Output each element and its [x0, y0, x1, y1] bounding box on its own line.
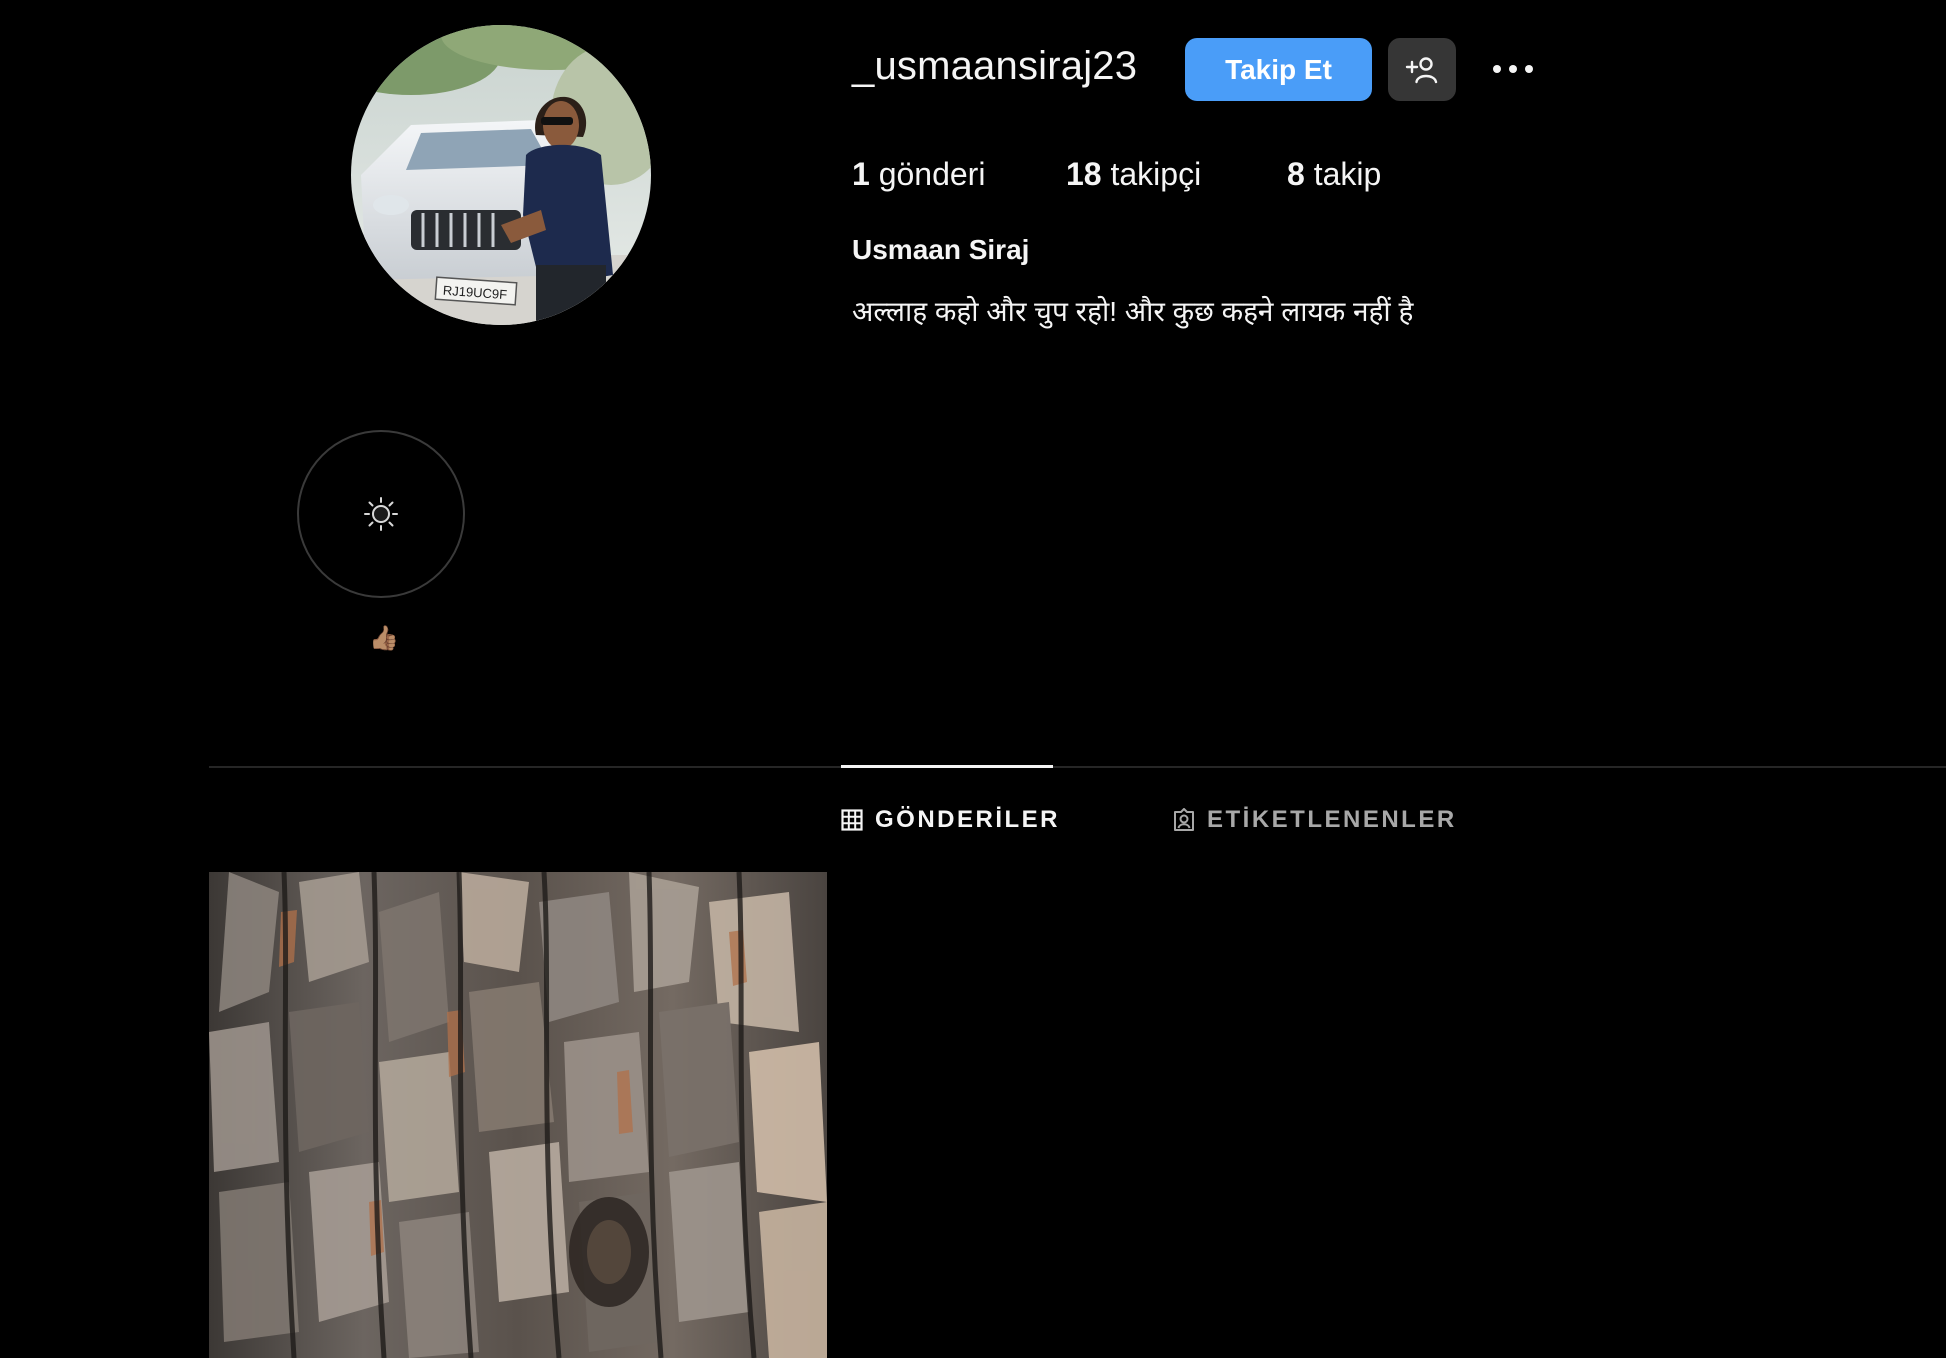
highlight-label: 👍🏽 — [369, 625, 399, 652]
tab-posts-label: GÖNDERİLER — [875, 806, 1061, 833]
profile-bio: अल्लाह कहो और चुप रहो! और कुछ कहने लायक … — [852, 296, 1414, 327]
profile-avatar[interactable]: RJ19UC9F — [351, 25, 651, 325]
tabs-divider — [209, 766, 1946, 768]
add-person-icon — [1405, 56, 1438, 83]
more-options-button[interactable] — [1488, 46, 1538, 92]
posts-count-stat: 1 gönderi — [852, 156, 985, 193]
followers-count: 18 — [1066, 156, 1102, 192]
tab-posts[interactable]: GÖNDERİLER — [841, 806, 1060, 834]
more-horizontal-icon — [1493, 65, 1533, 73]
tagged-icon — [1174, 808, 1194, 831]
followers-label: takipçi — [1110, 156, 1202, 192]
following-count: 8 — [1287, 156, 1305, 192]
profile-display-name: Usmaan Siraj — [852, 234, 1030, 265]
tree-bark-photo — [209, 872, 827, 1358]
following-count-stat[interactable]: 8 takip — [1287, 156, 1381, 193]
following-label: takip — [1313, 156, 1382, 192]
posts-count: 1 — [852, 156, 870, 192]
grid-icon — [841, 809, 863, 831]
profile-page: RJ19UC9F _usmaansiraj23 Takip Et 1 gönde… — [0, 0, 1946, 1358]
posts-label: gönderi — [878, 156, 986, 192]
suggested-accounts-button[interactable] — [1388, 38, 1456, 101]
post-thumbnail[interactable] — [209, 872, 827, 1358]
followers-count-stat[interactable]: 18 takipçi — [1066, 156, 1201, 193]
tab-tagged[interactable]: ETİKETLENENLER — [1173, 806, 1457, 834]
avatar-photo: RJ19UC9F — [351, 25, 651, 325]
active-tab-indicator — [841, 765, 1053, 768]
follow-button[interactable]: Takip Et — [1185, 38, 1372, 101]
profile-username: _usmaansiraj23 — [852, 44, 1138, 88]
sun-icon — [364, 497, 398, 531]
tab-tagged-label: ETİKETLENENLER — [1207, 806, 1457, 833]
story-highlight[interactable] — [297, 430, 465, 598]
